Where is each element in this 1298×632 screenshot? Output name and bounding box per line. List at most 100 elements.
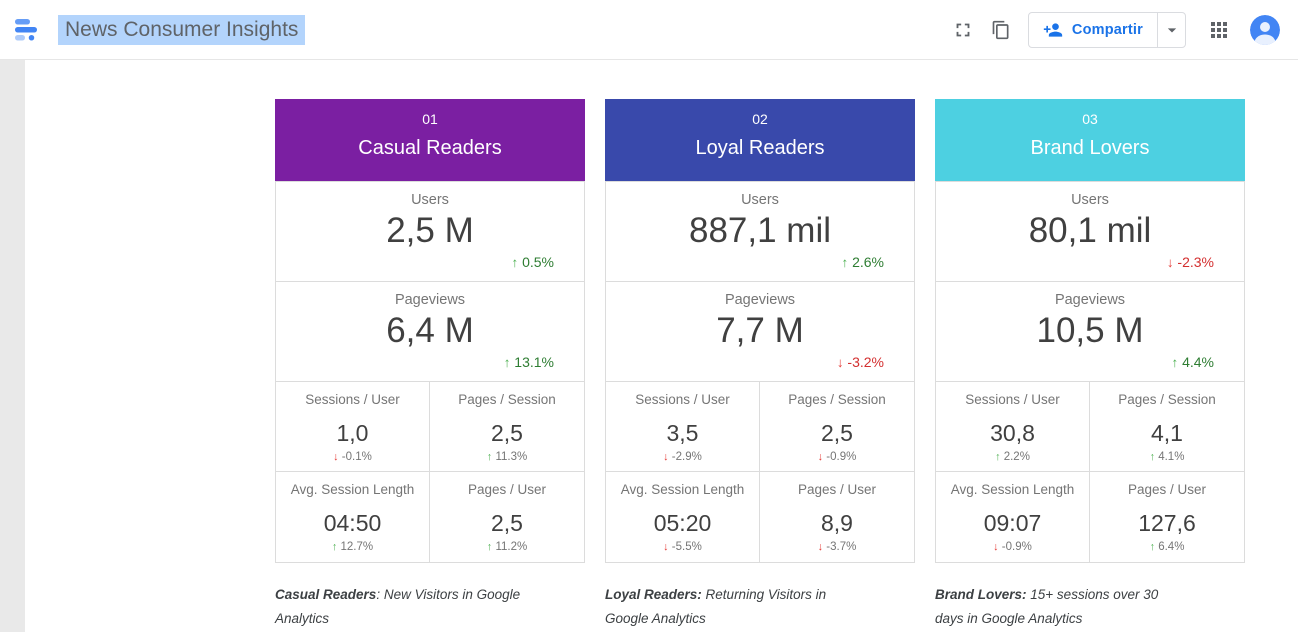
trend-arrow-icon: ↓ xyxy=(663,451,668,463)
card-header-casual-readers[interactable]: 01 Casual Readers xyxy=(275,99,585,181)
canvas-left-margin xyxy=(0,60,25,632)
metric-delta: ↓ -5.5% xyxy=(606,540,759,554)
fullscreen-button[interactable] xyxy=(944,11,982,49)
trend-arrow-icon: ↓ xyxy=(818,451,823,463)
delta-value: -0.9% xyxy=(826,451,856,463)
trend-arrow-icon: ↑ xyxy=(332,541,337,553)
metric-label: Users xyxy=(276,191,584,209)
apps-grid-button[interactable] xyxy=(1200,11,1238,49)
metric-value: 3,5 xyxy=(606,416,759,450)
metric-value: 7,7 M xyxy=(606,309,914,353)
small-metrics-grid: Sessions / User 30,8 ↑ 2.2% Pages / Sess… xyxy=(936,382,1244,562)
trend-arrow-icon: ↑ xyxy=(1172,355,1179,370)
users-scorecard[interactable]: Users 887,1 mil ↑ 2.6% xyxy=(606,182,914,282)
card-header-loyal-readers[interactable]: 02 Loyal Readers xyxy=(605,99,915,181)
pageviews-scorecard[interactable]: Pageviews 6,4 M ↑ 13.1% xyxy=(276,282,584,382)
copy-report-button[interactable] xyxy=(982,11,1020,49)
metric-label: Pageviews xyxy=(276,291,584,309)
metric-value: 887,1 mil xyxy=(606,209,914,253)
share-button[interactable]: Compartir xyxy=(1029,13,1157,47)
segment-footnote: Brand Lovers: 15+ sessions over 30 days … xyxy=(935,583,1187,631)
trend-arrow-icon: ↑ xyxy=(1150,541,1155,553)
pages-per-session-scorecard[interactable]: Pages / Session 4,1 ↑ 4.1% xyxy=(1090,382,1244,472)
report-title[interactable]: News Consumer Insights xyxy=(58,15,305,45)
metric-value: 09:07 xyxy=(936,506,1089,540)
delta-value: -3.7% xyxy=(826,541,856,553)
pages-per-user-scorecard[interactable]: Pages / User 8,9 ↓ -3.7% xyxy=(760,472,914,562)
metric-label: Pages / User xyxy=(430,481,584,498)
metric-label: Avg. Session Length xyxy=(276,481,429,498)
segment-number: 02 xyxy=(605,110,915,128)
metric-value: 2,5 xyxy=(430,506,584,540)
metric-value: 04:50 xyxy=(276,506,429,540)
person-add-icon xyxy=(1043,20,1063,40)
pages-per-session-scorecard[interactable]: Pages / Session 2,5 ↑ 11.3% xyxy=(430,382,584,472)
delta-value: -2.3% xyxy=(1177,254,1214,270)
metric-value: 8,9 xyxy=(760,506,914,540)
pageviews-scorecard[interactable]: Pageviews 10,5 M ↑ 4.4% xyxy=(936,282,1244,382)
users-scorecard[interactable]: Users 2,5 M ↑ 0.5% xyxy=(276,182,584,282)
apps-grid-icon xyxy=(1207,18,1231,42)
chevron-down-icon xyxy=(1162,20,1182,40)
pages-per-user-scorecard[interactable]: Pages / User 127,6 ↑ 6.4% xyxy=(1090,472,1244,562)
metric-delta: ↓ -2.9% xyxy=(606,450,759,464)
avg-session-length-scorecard[interactable]: Avg. Session Length 09:07 ↓ -0.9% xyxy=(936,472,1090,562)
sessions-per-user-scorecard[interactable]: Sessions / User 1,0 ↓ -0.1% xyxy=(276,382,430,472)
copy-icon xyxy=(991,20,1011,40)
delta-value: 11.2% xyxy=(495,541,527,553)
trend-arrow-icon: ↓ xyxy=(837,355,844,370)
metric-label: Sessions / User xyxy=(606,391,759,408)
segment-name: Casual Readers xyxy=(275,135,585,161)
metric-value: 6,4 M xyxy=(276,309,584,353)
scorecard-brand-lovers: 03 Brand Lovers Users 80,1 mil ↓ -2.3% P… xyxy=(935,99,1245,631)
metric-delta: ↑ 4.1% xyxy=(1090,450,1244,464)
metric-label: Pages / Session xyxy=(1090,391,1244,408)
pageviews-scorecard[interactable]: Pageviews 7,7 M ↓ -3.2% xyxy=(606,282,914,382)
segment-number: 01 xyxy=(275,110,585,128)
share-button-label: Compartir xyxy=(1072,22,1143,38)
metric-label: Pages / User xyxy=(760,481,914,498)
small-metrics-grid: Sessions / User 3,5 ↓ -2.9% Pages / Sess… xyxy=(606,382,914,562)
metric-label: Pages / User xyxy=(1090,481,1244,498)
metric-delta: ↑ 4.4% xyxy=(936,353,1244,372)
card-header-brand-lovers[interactable]: 03 Brand Lovers xyxy=(935,99,1245,181)
user-avatar[interactable] xyxy=(1250,15,1280,45)
pages-per-session-scorecard[interactable]: Pages / Session 2,5 ↓ -0.9% xyxy=(760,382,914,472)
metric-label: Pages / Session xyxy=(430,391,584,408)
delta-value: -0.1% xyxy=(342,451,372,463)
metric-delta: ↑ 2.6% xyxy=(606,253,914,272)
sessions-per-user-scorecard[interactable]: Sessions / User 3,5 ↓ -2.9% xyxy=(606,382,760,472)
trend-arrow-icon: ↓ xyxy=(993,541,998,553)
scorecard-casual-readers: 01 Casual Readers Users 2,5 M ↑ 0.5% Pag… xyxy=(275,99,585,631)
delta-value: -0.9% xyxy=(1002,541,1032,553)
share-options-dropdown[interactable] xyxy=(1157,13,1185,47)
fullscreen-icon xyxy=(952,19,974,41)
metric-label: Sessions / User xyxy=(936,391,1089,408)
metric-label: Pageviews xyxy=(936,291,1244,309)
metric-label: Users xyxy=(606,191,914,209)
delta-value: 2.2% xyxy=(1004,451,1030,463)
data-studio-logo-icon[interactable] xyxy=(10,14,42,46)
trend-arrow-icon: ↑ xyxy=(487,451,492,463)
metric-delta: ↑ 11.2% xyxy=(430,540,584,554)
avg-session-length-scorecard[interactable]: Avg. Session Length 05:20 ↓ -5.5% xyxy=(606,472,760,562)
metric-delta: ↑ 2.2% xyxy=(936,450,1089,464)
delta-value: 4.4% xyxy=(1182,354,1214,370)
segment-footnote: Loyal Readers: Returning Visitors in Goo… xyxy=(605,583,857,631)
card-body: Users 2,5 M ↑ 0.5% Pageviews 6,4 M ↑ 13.… xyxy=(275,181,585,563)
avg-session-length-scorecard[interactable]: Avg. Session Length 04:50 ↑ 12.7% xyxy=(276,472,430,562)
delta-value: 13.1% xyxy=(514,354,554,370)
metric-delta: ↓ -0.9% xyxy=(760,450,914,464)
metric-delta: ↑ 13.1% xyxy=(276,353,584,372)
metric-label: Sessions / User xyxy=(276,391,429,408)
app-header: News Consumer Insights Compartir xyxy=(0,0,1298,60)
pages-per-user-scorecard[interactable]: Pages / User 2,5 ↑ 11.2% xyxy=(430,472,584,562)
segment-footnote: Casual Readers: New Visitors in Google A… xyxy=(275,583,527,631)
sessions-per-user-scorecard[interactable]: Sessions / User 30,8 ↑ 2.2% xyxy=(936,382,1090,472)
delta-value: -3.2% xyxy=(847,354,884,370)
metric-delta: ↓ -0.1% xyxy=(276,450,429,464)
users-scorecard[interactable]: Users 80,1 mil ↓ -2.3% xyxy=(936,182,1244,282)
delta-value: 0.5% xyxy=(522,254,554,270)
metric-delta: ↑ 0.5% xyxy=(276,253,584,272)
small-metrics-grid: Sessions / User 1,0 ↓ -0.1% Pages / Sess… xyxy=(276,382,584,562)
